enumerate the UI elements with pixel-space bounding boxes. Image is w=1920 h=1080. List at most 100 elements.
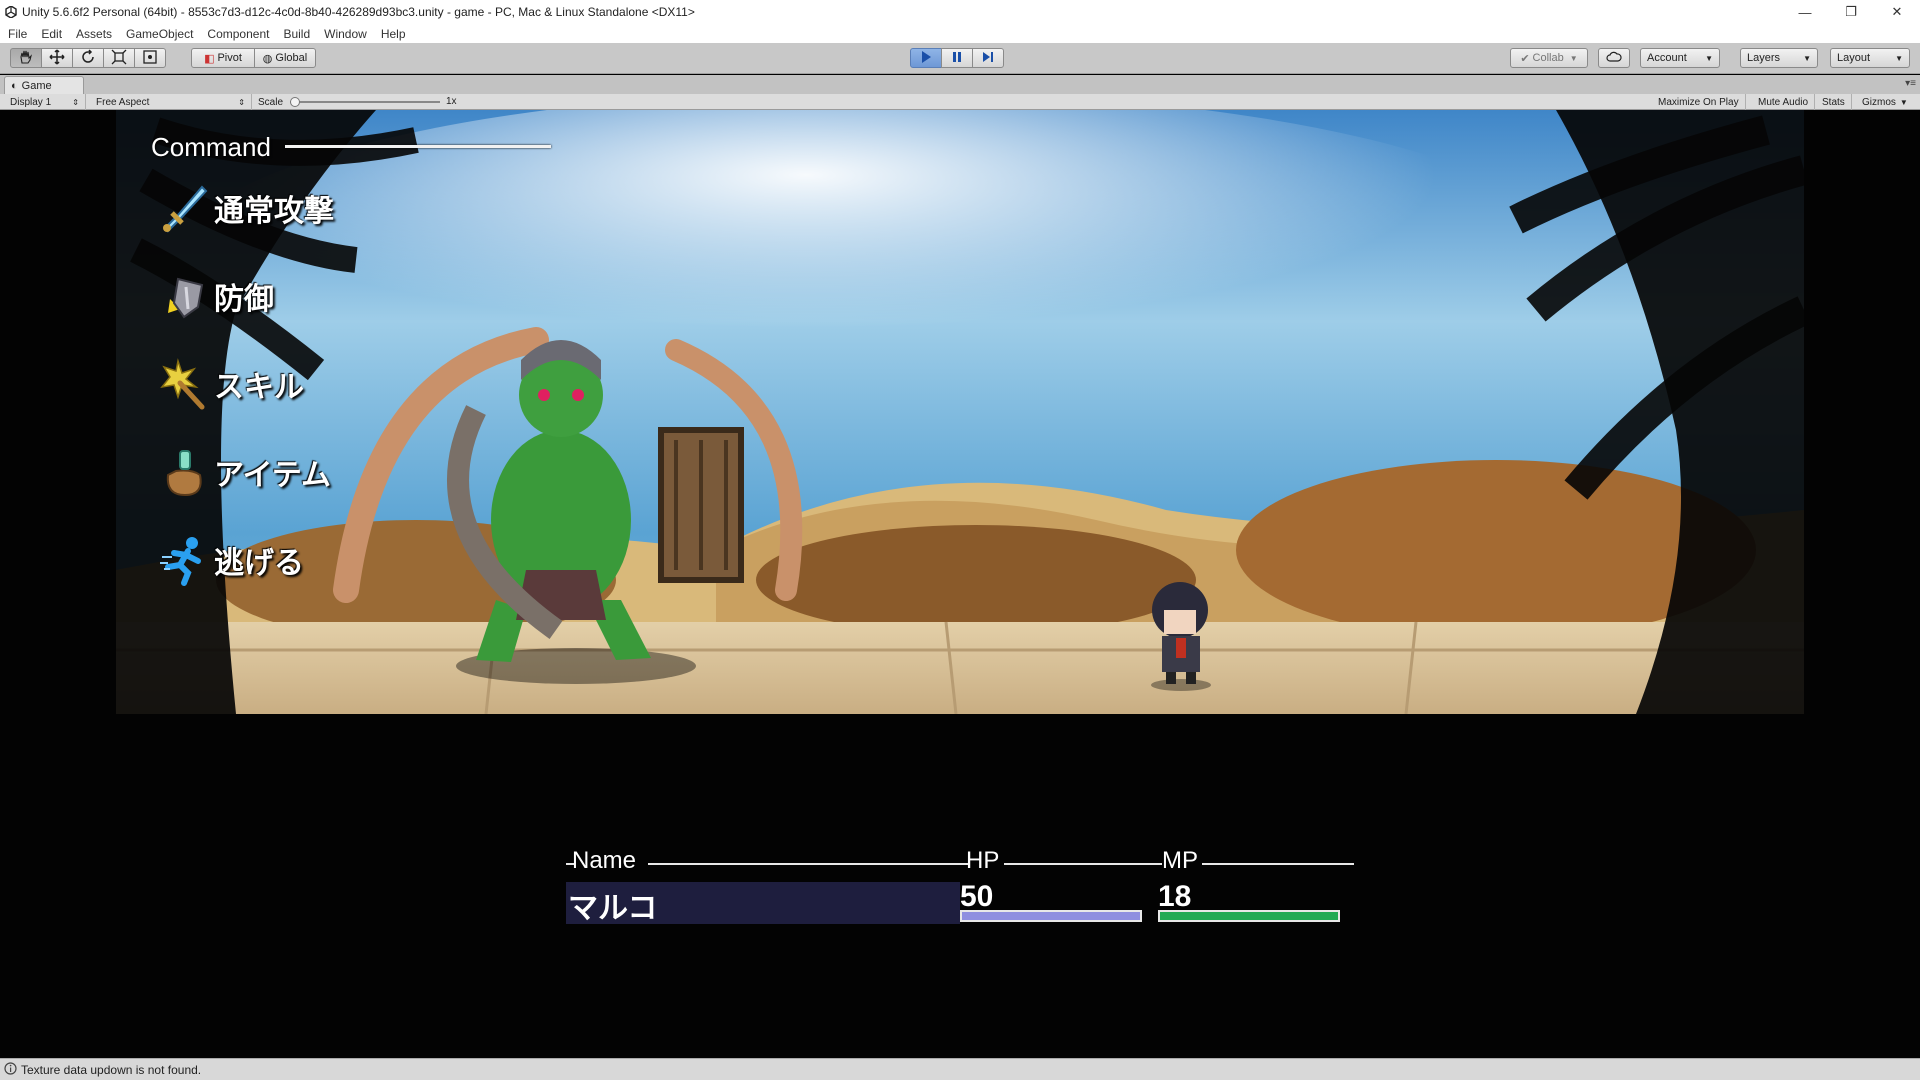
global-label: Global [275,52,307,64]
window-title: Unity 5.6.6f2 Personal (64bit) - 8553c7d… [22,5,1782,19]
pivot-icon: ◧ [204,52,214,65]
display-dropdown[interactable]: Display 1 ⇕ [4,94,86,110]
menu-component[interactable]: Component [207,27,269,41]
rotate-tool-button[interactable] [72,48,104,68]
scale-icon [111,49,127,68]
hp-value: 50 [960,880,993,914]
playmode-controls [910,48,1004,68]
cloud-icon [1606,51,1622,66]
scale-tool-button[interactable] [103,48,135,68]
chevron-down-icon: ▼ [1900,98,1908,107]
move-arrows-icon [49,49,65,68]
scale-slider-track[interactable] [290,101,440,103]
tab-game-label: Game [22,80,52,92]
tab-options-icon[interactable]: ▾≡ [1905,78,1916,89]
aspect-dropdown[interactable]: Free Aspect ⇕ [90,94,252,110]
status-header-divider [1004,863,1162,865]
command-escape[interactable]: 逃げる [158,532,304,588]
desert-background-image [116,110,1804,714]
name-header: Name [572,847,636,875]
command-skill[interactable]: スキル [158,356,304,412]
tab-bar: ◐ Game ▾≡ [0,75,1920,94]
scale-value: 1x [446,96,457,107]
command-heading-label: Command [151,132,271,163]
menu-help[interactable]: Help [381,27,406,41]
cloud-button[interactable] [1598,48,1630,68]
account-dropdown[interactable]: Account ▼ [1640,48,1720,68]
game-view[interactable]: Command 通常攻撃 防御 スキル アイテム 逃げる Name [0,110,1920,1058]
menu-edit[interactable]: Edit [41,27,62,41]
command-attack[interactable]: 通常攻撃 [158,180,334,236]
updown-arrow-icon: ⇕ [238,98,245,107]
sword-icon [158,181,212,235]
minimize-button[interactable]: — [1782,0,1828,24]
stats-label: Stats [1822,97,1845,108]
command-defend-label: 防御 [214,274,274,318]
shield-icon [158,269,212,323]
menu-bar: File Edit Assets GameObject Component Bu… [0,24,1920,43]
step-button[interactable] [972,48,1004,68]
play-button[interactable] [910,48,942,68]
gizmos-label: Gizmos [1862,97,1896,108]
status-message: Texture data updown is not found. [21,1063,201,1077]
command-attack-label: 通常攻撃 [214,186,334,230]
hp-bar [960,910,1142,922]
status-header-divider [648,863,968,865]
running-man-icon [158,533,212,587]
command-defend[interactable]: 防御 [158,268,274,324]
move-tool-button[interactable] [41,48,73,68]
collab-dropdown[interactable]: ✔ Collab ▼ [1510,48,1588,68]
console-status-bar[interactable]: Texture data updown is not found. [0,1058,1920,1080]
global-toggle[interactable]: ◍ Global [254,48,316,68]
command-heading-divider [285,145,551,148]
potion-bag-icon [158,445,212,499]
layout-dropdown[interactable]: Layout ▼ [1830,48,1910,68]
account-label: Account [1647,52,1687,64]
magic-wand-icon [158,357,212,411]
menu-build[interactable]: Build [283,27,310,41]
layers-label: Layers [1747,52,1780,64]
close-button[interactable]: ✕ [1874,0,1920,24]
pause-button[interactable] [941,48,973,68]
scale-label: Scale [258,97,283,108]
character-name: マルコ [568,883,657,927]
mp-value: 18 [1158,880,1191,914]
menu-gameobject[interactable]: GameObject [126,27,193,41]
collab-label: Collab [1533,52,1564,64]
hand-tool-button[interactable] [10,48,42,68]
maximize-on-play-toggle[interactable]: Maximize On Play [1652,94,1746,110]
stats-toggle[interactable]: Stats [1816,94,1852,110]
unity-logo-icon [4,5,18,19]
tab-game[interactable]: ◐ Game [4,76,84,94]
restore-button[interactable]: ❐ [1828,0,1874,24]
menu-assets[interactable]: Assets [76,27,112,41]
layers-dropdown[interactable]: Layers ▼ [1740,48,1818,68]
transform-tools [10,48,166,68]
window-title-bar: Unity 5.6.6f2 Personal (64bit) - 8553c7d… [0,0,1920,24]
rotate-icon [80,49,96,68]
play-icon [919,50,933,67]
check-icon: ✔ [1520,52,1529,65]
gizmos-dropdown[interactable]: Gizmos ▼ [1856,94,1914,110]
menu-file[interactable]: File [8,27,27,41]
command-skill-label: スキル [214,362,304,406]
pause-icon [950,50,964,67]
chevron-down-icon: ▼ [1803,54,1811,63]
globe-icon: ◍ [263,52,273,65]
scale-slider-handle[interactable] [290,97,300,107]
pivot-toggle[interactable]: ◧ Pivot [191,48,255,68]
mute-audio-toggle[interactable]: Mute Audio [1752,94,1815,110]
command-item[interactable]: アイテム [158,444,331,500]
rect-transform-icon [142,49,158,68]
chevron-down-icon: ▼ [1570,54,1578,63]
rect-tool-button[interactable] [134,48,166,68]
hand-icon [18,50,34,67]
pivot-global-toggles: ◧ Pivot ◍ Global [191,48,316,68]
step-forward-icon [981,50,995,67]
command-heading: Command [151,132,271,163]
menu-window[interactable]: Window [324,27,367,41]
status-header-divider [1202,863,1354,865]
hp-header: HP [966,847,999,875]
layout-label: Layout [1837,52,1870,64]
updown-arrow-icon: ⇕ [72,98,79,107]
